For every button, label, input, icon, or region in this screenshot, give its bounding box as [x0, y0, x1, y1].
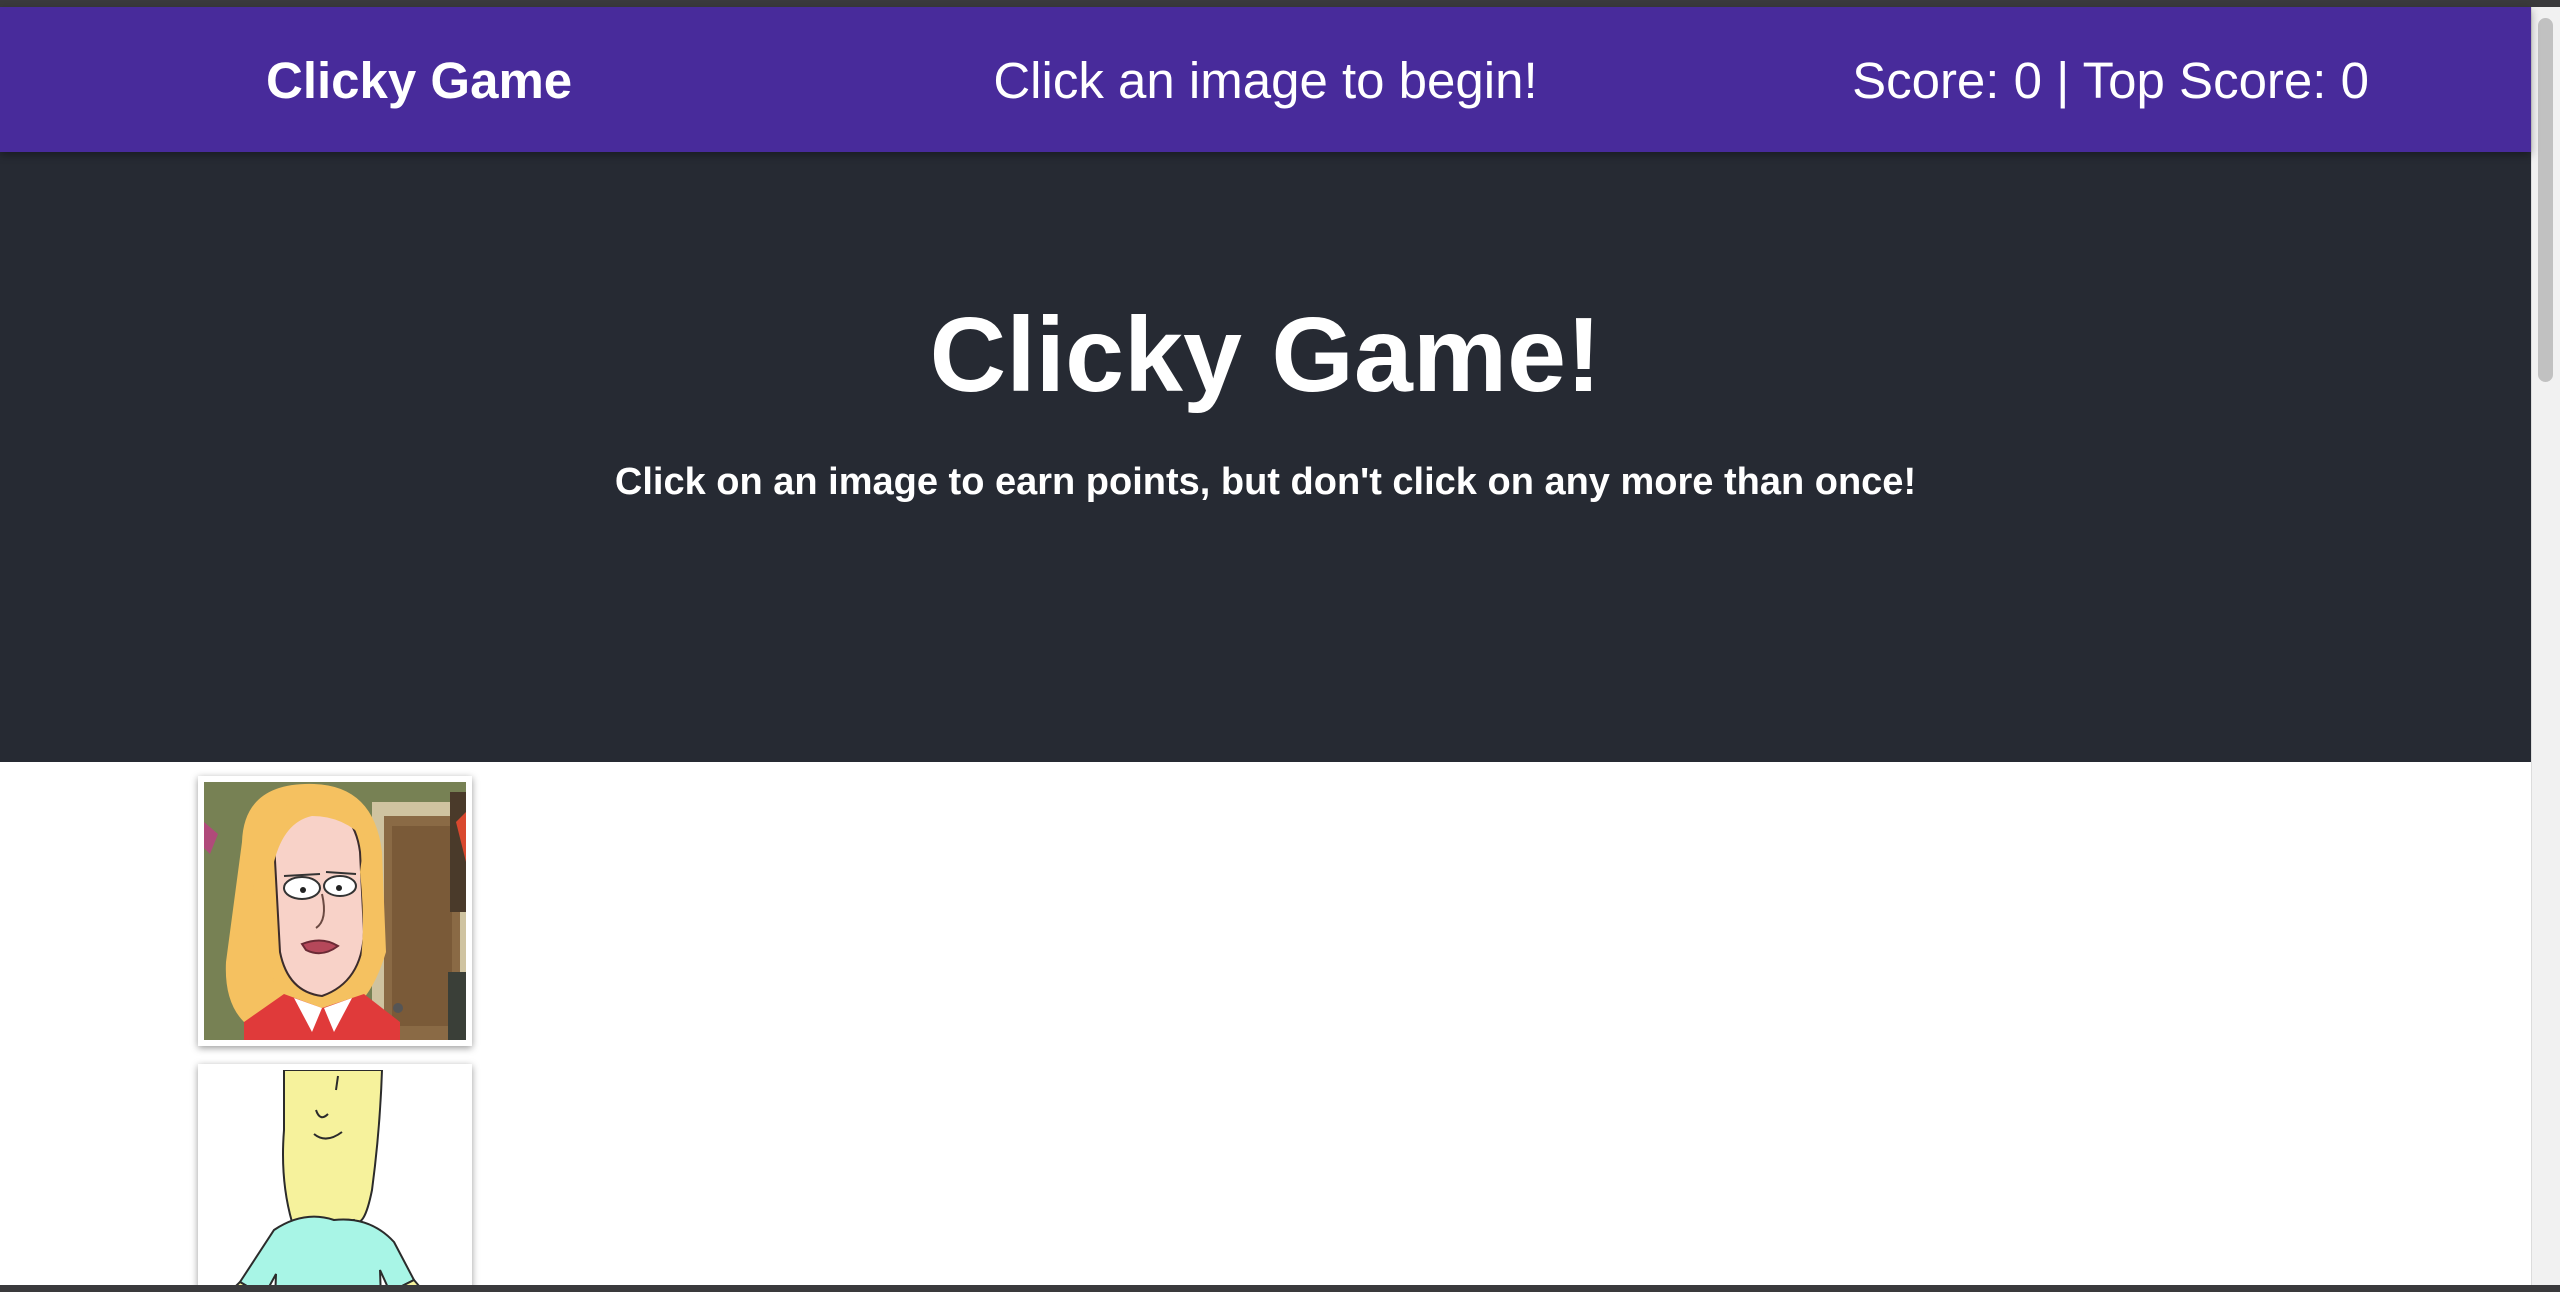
hero-title: Clicky Game!	[929, 296, 1602, 414]
window-top-edge	[0, 0, 2560, 7]
navbar: Clicky Game Click an image to begin! Sco…	[0, 7, 2531, 152]
character-card[interactable]	[198, 776, 472, 1046]
scrollbar-thumb[interactable]	[2538, 18, 2553, 382]
hero-banner: Clicky Game! Click on an image to earn p…	[0, 152, 2531, 762]
app-window: Clicky Game Click an image to begin! Sco…	[0, 0, 2560, 1292]
hero-subtitle: Click on an image to earn points, but do…	[614, 461, 1917, 503]
character-image	[204, 782, 466, 1040]
character-image	[204, 1070, 466, 1292]
score-display: Score: 0 | Top Score: 0	[1852, 52, 2369, 109]
image-card-grid	[198, 776, 472, 1292]
character-card[interactable]	[198, 1064, 472, 1292]
window-bottom-edge	[0, 1285, 2560, 1292]
